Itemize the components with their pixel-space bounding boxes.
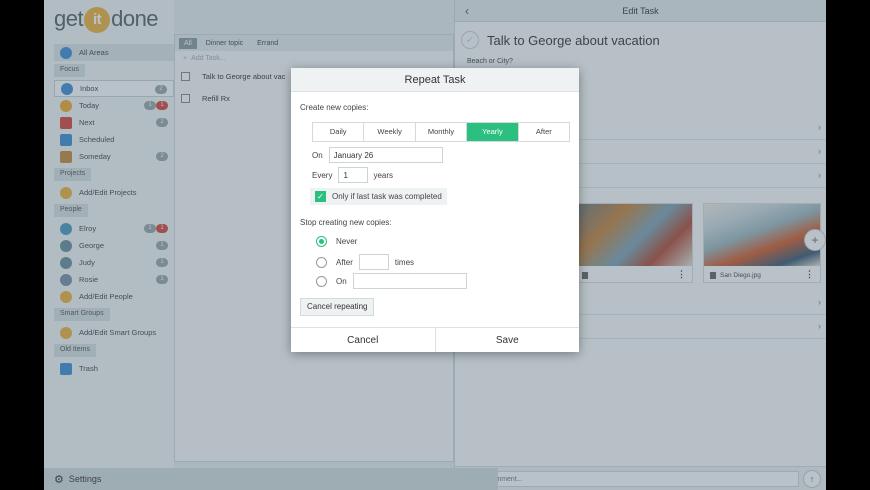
stop-copies-label: Stop creating new copies: [300,218,392,227]
checkbox-checked-icon[interactable]: ✓ [315,191,326,202]
frequency-monthly[interactable]: Monthly [415,123,468,141]
create-copies-label: Create new copies: [300,103,369,112]
every-row: Every years [312,167,393,183]
on-date-field[interactable] [328,147,443,163]
dialog-title: Repeat Task [291,68,579,92]
only-if-completed-option[interactable]: ✓ Only if last task was completed [310,188,447,205]
on-date-row: On [312,147,443,163]
radio-unselected[interactable] [316,275,327,287]
stop-after-option[interactable]: After times [316,254,414,270]
radio-selected[interactable] [316,236,327,247]
frequency-weekly[interactable]: Weekly [364,123,416,141]
frequency-daily[interactable]: Daily [313,123,365,141]
cancel-repeating-button[interactable]: Cancel repeating [300,298,375,316]
frequency-after[interactable]: After [518,123,570,141]
cancel-button[interactable]: Cancel [291,328,436,352]
repeat-task-dialog: Repeat Task Create new copies: Daily Wee… [291,68,579,352]
never-label: Never [336,237,358,246]
on-label: On [312,150,323,160]
after-unit: times [394,257,415,267]
stop-on-option[interactable]: On [316,273,467,289]
frequency-selector: Daily Weekly Monthly Yearly After [312,122,570,142]
end-date-field[interactable] [352,273,467,289]
every-label: Every [312,170,333,180]
after-label: After [336,257,353,267]
app-window: get it done All Areas Focus Inbox 2 Today … [44,0,826,490]
every-unit: years [373,170,394,180]
only-if-completed-label: Only if last task was completed [332,192,442,201]
on-end-label: On [336,276,347,286]
stop-never-option[interactable]: Never [316,236,357,247]
dialog-footer: Cancel Save [291,327,579,352]
every-field[interactable] [338,167,369,183]
frequency-yearly[interactable]: Yearly [467,123,519,141]
save-button[interactable]: Save [436,328,580,352]
after-count-field[interactable] [358,254,389,270]
radio-unselected[interactable] [316,256,327,268]
